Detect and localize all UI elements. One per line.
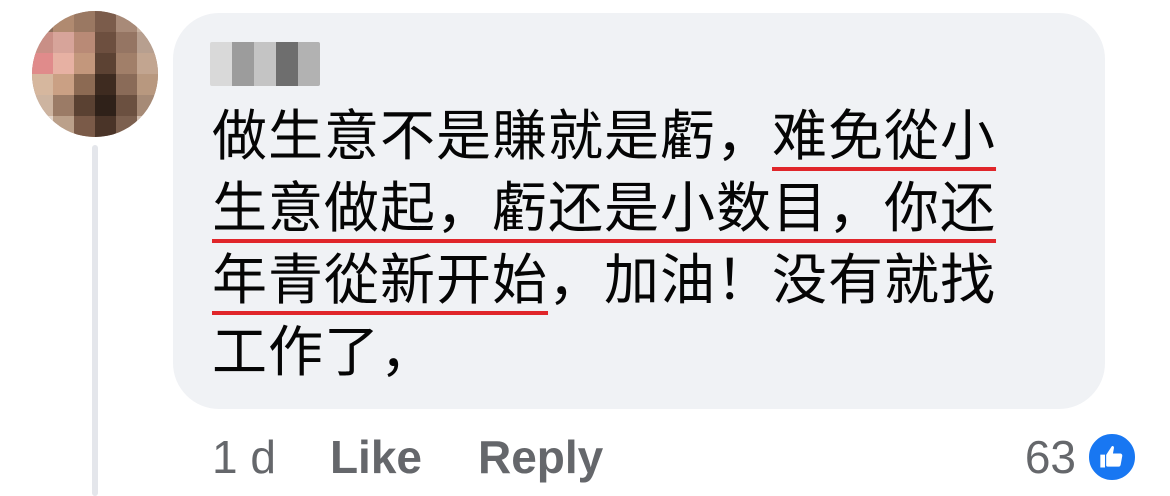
comment-line-1-highlight: 难免從小: [772, 104, 997, 168]
comment-line-3-plain: ，加油！没有就找: [548, 248, 997, 312]
reply-button[interactable]: Reply: [478, 430, 603, 484]
comment-line-3: 年青從新开始，加油！没有就找: [212, 244, 1072, 316]
thumbs-up-icon: [1086, 431, 1138, 483]
thumbs-up-glyph: [1100, 446, 1123, 468]
comment-line-4: 工作了，: [212, 316, 1072, 388]
reaction-summary[interactable]: 63: [1025, 427, 1138, 487]
comment-line-1-plain: 做生意不是賺就是虧，: [212, 104, 773, 168]
author-name-blurred[interactable]: [210, 42, 320, 86]
comment-line-2-highlight: 生意做起，虧还是小数目，你还: [212, 176, 997, 240]
like-button[interactable]: Like: [330, 430, 422, 484]
comment-line-4-plain: 工作了，: [212, 320, 437, 384]
comment-actions: 1 d Like Reply: [212, 427, 659, 487]
thread-line: [92, 145, 98, 496]
reaction-count: 63: [1024, 431, 1076, 483]
comment-line-1: 做生意不是賺就是虧，难免從小: [212, 100, 1072, 172]
timestamp[interactable]: 1 d: [212, 430, 276, 484]
comment-line-3-highlight: 年青從新开始: [212, 248, 549, 312]
comment-line-2: 生意做起，虧还是小数目，你还: [212, 172, 1072, 244]
avatar[interactable]: [32, 11, 158, 137]
comment-text: 做生意不是賺就是虧，难免從小 生意做起，虧还是小数目，你还 年青從新开始，加油！…: [212, 100, 1072, 388]
